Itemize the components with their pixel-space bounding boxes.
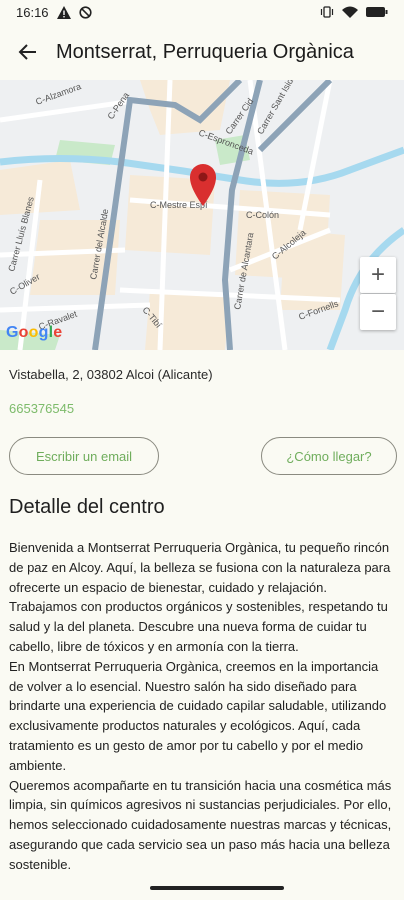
battery-icon [366, 7, 388, 17]
zoom-out-button[interactable]: − [360, 294, 396, 330]
google-logo: Google [6, 324, 63, 341]
arrow-left-icon [18, 44, 36, 60]
back-button[interactable] [0, 24, 56, 80]
street-label: C-Colón [246, 210, 279, 220]
zoom-in-button[interactable]: + [360, 257, 396, 293]
email-button[interactable]: Escribir un email [9, 437, 159, 475]
alert-icon [56, 5, 71, 19]
map-view[interactable]: C-Alzamora C-Pena C-Espronceda Carrer Ci… [0, 80, 404, 350]
map-canvas: C-Alzamora C-Pena C-Espronceda Carrer Ci… [0, 80, 404, 350]
home-indicator[interactable] [150, 886, 284, 890]
vibrate-icon [320, 6, 334, 18]
status-time: 16:16 [16, 4, 49, 20]
page-title: Montserrat, Perruqueria Orgànica [56, 40, 354, 63]
status-bar: 16:16 [0, 0, 404, 24]
directions-button[interactable]: ¿Cómo llegar? [261, 437, 397, 475]
phone-link[interactable]: 665376545 [9, 401, 74, 416]
wifi-icon [342, 6, 358, 18]
description-text: Bienvenida a Montserrat Perruqueria Orgà… [9, 540, 392, 872]
address-text: Vistabella, 2, 03802 Alcoi (Alicante) [9, 367, 213, 382]
section-title: Detalle del centro [9, 496, 165, 518]
street-label: C-Mestre Espí [150, 200, 208, 210]
app-bar: Montserrat, Perruqueria Orgànica [0, 24, 404, 80]
blocked-icon [78, 5, 92, 19]
